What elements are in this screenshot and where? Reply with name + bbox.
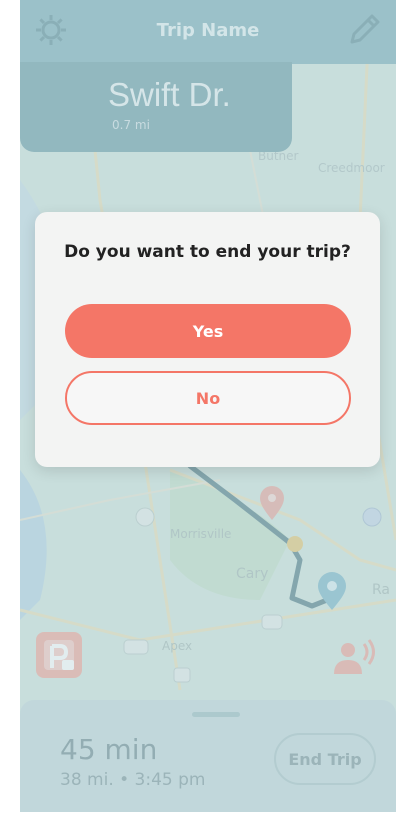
no-button[interactable]: No [65,371,351,425]
end-trip-dialog: Do you want to end your trip? Yes No [35,212,380,467]
yes-button[interactable]: Yes [65,304,351,358]
dialog-question: Do you want to end your trip? [64,242,351,262]
